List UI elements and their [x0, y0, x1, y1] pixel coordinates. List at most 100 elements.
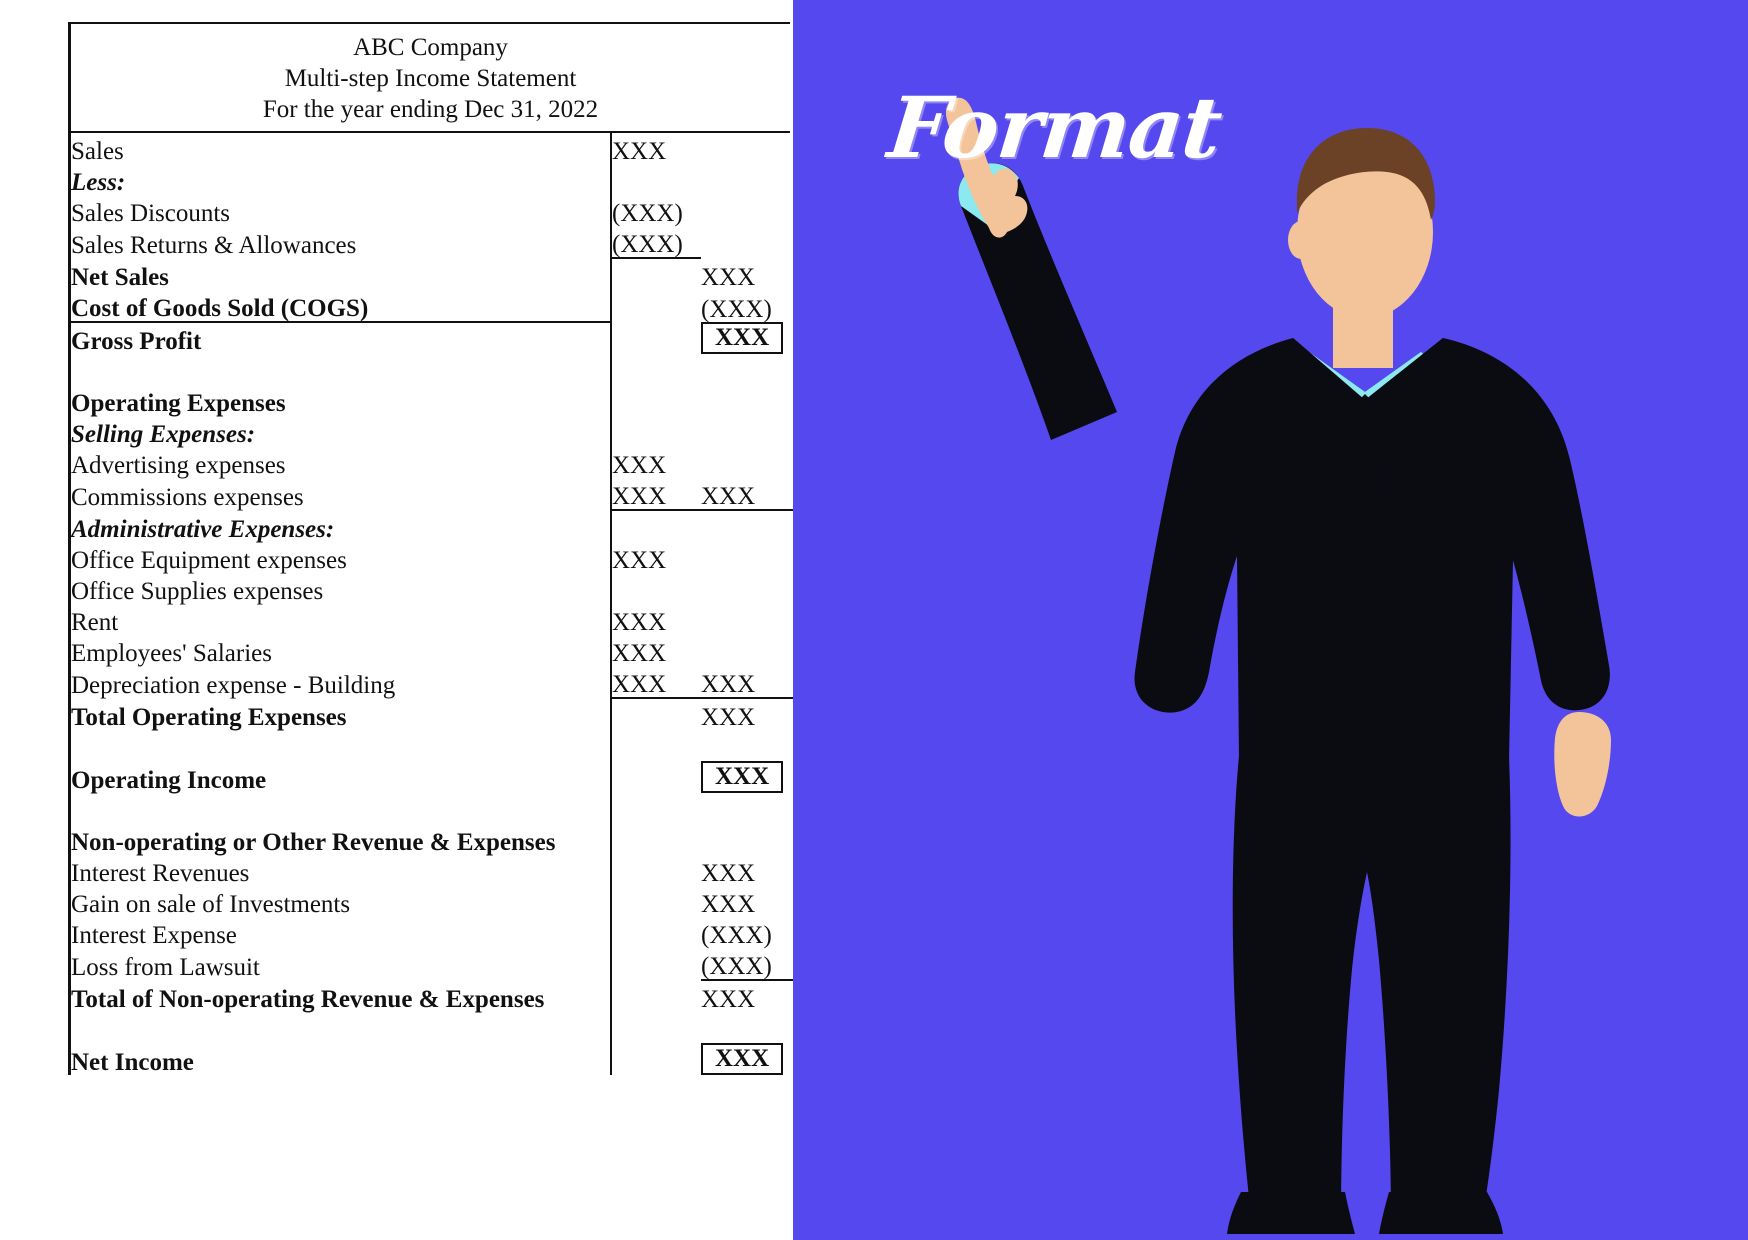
row-amount-col1 — [611, 980, 701, 1012]
row-amount-col2 — [701, 164, 793, 195]
row-label: Selling Expenses: — [71, 416, 612, 447]
spacer-amt1 — [611, 354, 701, 385]
statement-body: Sales XXX Less: Sales Discounts (XXX) Sa… — [71, 133, 793, 1075]
table-row: Advertising expenses XXX — [71, 447, 793, 478]
spacer-amt2 — [701, 793, 793, 824]
row-amount-col1: XXX — [612, 546, 667, 574]
row-amount-col1 — [611, 573, 701, 604]
company-name: ABC Company — [353, 34, 508, 61]
illustration-panel: Format — [793, 0, 1748, 1240]
table-row: Gain on sale of Investments XXX — [71, 886, 793, 917]
row-amount-col1: XXX — [611, 478, 701, 511]
spacer-label — [71, 354, 612, 385]
row-amount-col1 — [611, 510, 701, 542]
table-row: Rent XXX — [71, 604, 793, 635]
row-amount-col1 — [611, 164, 701, 195]
row-label: Net Sales — [71, 258, 612, 290]
spacer-amt1 — [611, 1012, 701, 1043]
spacer-amt2 — [701, 354, 793, 385]
row-amount-col2 — [701, 195, 793, 226]
row-amount-col1 — [611, 948, 701, 980]
income-statement-table: ABC Company Multi-step Income Statement … — [68, 22, 793, 1075]
row-amount-col2: XXX — [701, 703, 756, 731]
row-label: Non-operating or Other Revenue & Expense… — [71, 824, 612, 855]
spacer-label — [71, 1012, 612, 1043]
row-label: Sales — [71, 133, 612, 164]
row-amount-col2 — [701, 573, 793, 604]
row-label: Commissions expenses — [71, 478, 612, 510]
income-statement-panel: ABC Company Multi-step Income Statement … — [0, 0, 793, 1240]
spacer-label — [71, 793, 612, 824]
table-row: Sales Returns & Allowances (XXX) — [71, 226, 793, 259]
row-label: Office Equipment expenses — [71, 542, 612, 573]
row-label: Interest Revenues — [71, 855, 612, 886]
row-label: Total of Non-operating Revenue & Expense… — [71, 980, 612, 1012]
table-row: Loss from Lawsuit (XXX) — [71, 948, 793, 981]
table-row: Depreciation expense - Building XXX XXX — [71, 666, 793, 699]
table-row: Selling Expenses: — [71, 416, 793, 447]
row-label: Sales Returns & Allowances — [71, 226, 612, 258]
spacer-row — [71, 1012, 793, 1043]
row-label: Employees' Salaries — [71, 635, 612, 666]
row-amount-col1 — [611, 698, 701, 730]
row-amount-col1 — [611, 761, 701, 793]
row-label: Gain on sale of Investments — [71, 886, 612, 917]
row-amount-col2: XXX — [701, 666, 793, 699]
table-row: Less: — [71, 164, 793, 195]
row-amount-col2 — [701, 510, 793, 542]
row-amount-col1 — [611, 824, 701, 855]
row-amount-col1: XXX — [611, 666, 701, 699]
row-label: Total Operating Expenses — [71, 698, 612, 730]
row-amount-col1 — [611, 886, 701, 917]
table-row: Operating Income XXX — [71, 761, 793, 793]
row-amount-col2 — [701, 604, 793, 635]
row-label: Rent — [71, 604, 612, 635]
row-label: Administrative Expenses: — [71, 510, 612, 542]
operating-income-total: XXX — [701, 761, 784, 793]
row-amount-col2: XXX — [701, 859, 756, 887]
row-amount-col2: XXX — [701, 478, 793, 511]
ear — [1288, 221, 1314, 259]
spacer-amt1 — [611, 793, 701, 824]
row-amount-col2: XXX — [701, 263, 756, 291]
row-label: Interest Expense — [71, 917, 612, 948]
row-label: Loss from Lawsuit — [71, 948, 612, 980]
table-row: Interest Expense (XXX) — [71, 917, 793, 948]
row-amount-col2 — [701, 385, 793, 416]
row-amount-col2 — [701, 416, 793, 447]
row-amount-col1 — [611, 917, 701, 948]
spacer-label — [71, 730, 612, 761]
row-amount-col2 — [701, 447, 793, 478]
row-amount-col1 — [611, 322, 701, 354]
row-label: Office Supplies expenses — [71, 573, 612, 604]
row-label: Advertising expenses — [71, 447, 612, 478]
row-amount-col2: XXX — [701, 1043, 793, 1075]
gross-profit-total: XXX — [701, 322, 784, 354]
spacer-amt2 — [701, 1012, 793, 1043]
statement-period: For the year ending Dec 31, 2022 — [262, 96, 599, 123]
row-label: Cost of Goods Sold (COGS) — [71, 290, 612, 323]
row-amount-col2: XXX — [701, 761, 793, 793]
table-row: Net Sales XXX — [71, 258, 793, 290]
row-label: Operating Expenses — [71, 385, 612, 416]
row-amount-col2: (XXX) — [701, 295, 772, 323]
row-amount-col2 — [701, 635, 793, 666]
spacer-row — [71, 730, 793, 761]
table-row: Interest Revenues XXX — [71, 855, 793, 886]
statement-type: Multi-step Income Statement — [284, 65, 577, 92]
row-amount-col2: (XXX) — [701, 948, 793, 981]
row-label: Sales Discounts — [71, 195, 612, 226]
table-row: Office Supplies expenses — [71, 573, 793, 604]
table-row: Total Operating Expenses XXX — [71, 698, 793, 730]
row-label: Less: — [71, 164, 612, 195]
table-row: Administrative Expenses: — [71, 510, 793, 542]
row-amount-col2 — [701, 226, 793, 258]
row-amount-col1: (XXX) — [611, 226, 701, 259]
row-amount-col1 — [611, 416, 701, 447]
table-row: Operating Expenses — [71, 385, 793, 416]
table-row: Cost of Goods Sold (COGS) (XXX) — [71, 290, 793, 323]
page-root: ABC Company Multi-step Income Statement … — [0, 0, 1748, 1240]
left-shoe — [1227, 1192, 1355, 1234]
row-label: Gross Profit — [71, 322, 612, 354]
table-row: Commissions expenses XXX XXX — [71, 478, 793, 511]
